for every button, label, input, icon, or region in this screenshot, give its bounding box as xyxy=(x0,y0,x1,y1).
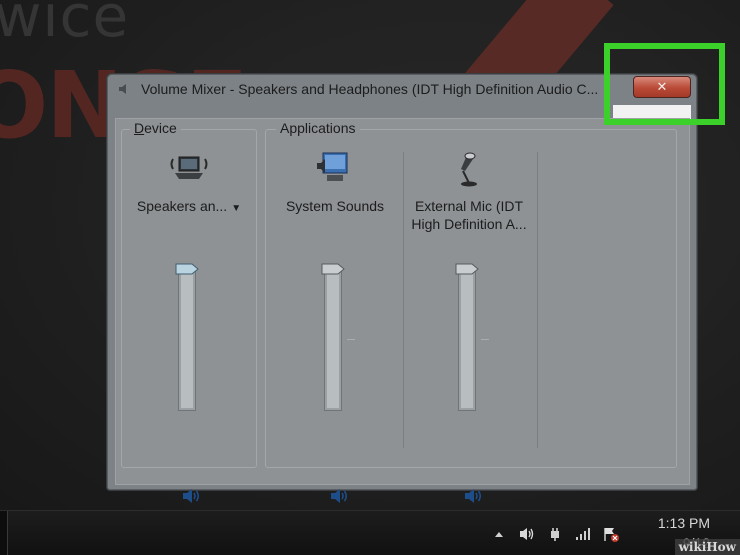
clock-time: 1:13 PM xyxy=(657,515,710,531)
chevron-up-icon[interactable] xyxy=(490,525,508,543)
power-plug-icon[interactable] xyxy=(546,525,564,543)
volume-slider-thumb[interactable] xyxy=(175,263,199,275)
volume-slider-thumb[interactable] xyxy=(321,263,345,275)
chevron-down-icon[interactable]: ▼ xyxy=(231,203,241,214)
channel-label[interactable]: Speakers an... ▼ xyxy=(123,197,255,218)
taskbar: 1:13 PM 9/12 wikiHow xyxy=(0,510,740,555)
window-title: Volume Mixer - Speakers and Headphones (… xyxy=(141,81,599,97)
volume-slider-thumb[interactable] xyxy=(455,263,479,275)
signal-bars-icon[interactable] xyxy=(574,525,592,543)
column-separator xyxy=(537,152,538,448)
microphone-icon xyxy=(461,152,477,187)
volume-level-fill xyxy=(461,272,473,408)
system-tray xyxy=(490,519,620,549)
mute-speaker-icon[interactable] xyxy=(462,487,484,505)
volume-slider-track[interactable] xyxy=(178,269,196,411)
channel-speakers: Speakers an... ▼ xyxy=(123,149,255,503)
close-button-highlight xyxy=(604,43,725,125)
wikihow-watermark: wikiHow xyxy=(674,539,740,555)
channel-label: External Mic (IDT High Definition A... xyxy=(411,198,527,232)
start-button-edge[interactable] xyxy=(0,511,8,555)
volume-icon[interactable] xyxy=(518,525,536,543)
applications-group-label: Applications xyxy=(276,120,360,136)
channel-system-sounds: System Sounds xyxy=(269,149,401,503)
slider-tick xyxy=(481,339,489,340)
volume-slider-track[interactable] xyxy=(324,269,342,411)
slider-tick xyxy=(347,339,355,340)
speaker-icon xyxy=(119,84,126,94)
channel-external-mic: External Mic (IDT High Definition A... xyxy=(403,149,535,503)
system-sounds-icon xyxy=(317,152,348,181)
channel-label: System Sounds xyxy=(285,198,385,214)
mute-speaker-icon[interactable] xyxy=(180,487,202,505)
volume-level-fill xyxy=(181,272,193,408)
speaker-laptop-icon xyxy=(170,156,208,179)
action-center-flag-icon[interactable] xyxy=(602,525,620,543)
volume-slider-track[interactable] xyxy=(458,269,476,411)
mute-speaker-icon[interactable] xyxy=(328,487,350,505)
device-group-label: Device xyxy=(130,120,181,136)
volume-mixer-window: Volume Mixer - Speakers and Headphones (… xyxy=(106,73,698,503)
volume-level-fill xyxy=(327,272,339,408)
